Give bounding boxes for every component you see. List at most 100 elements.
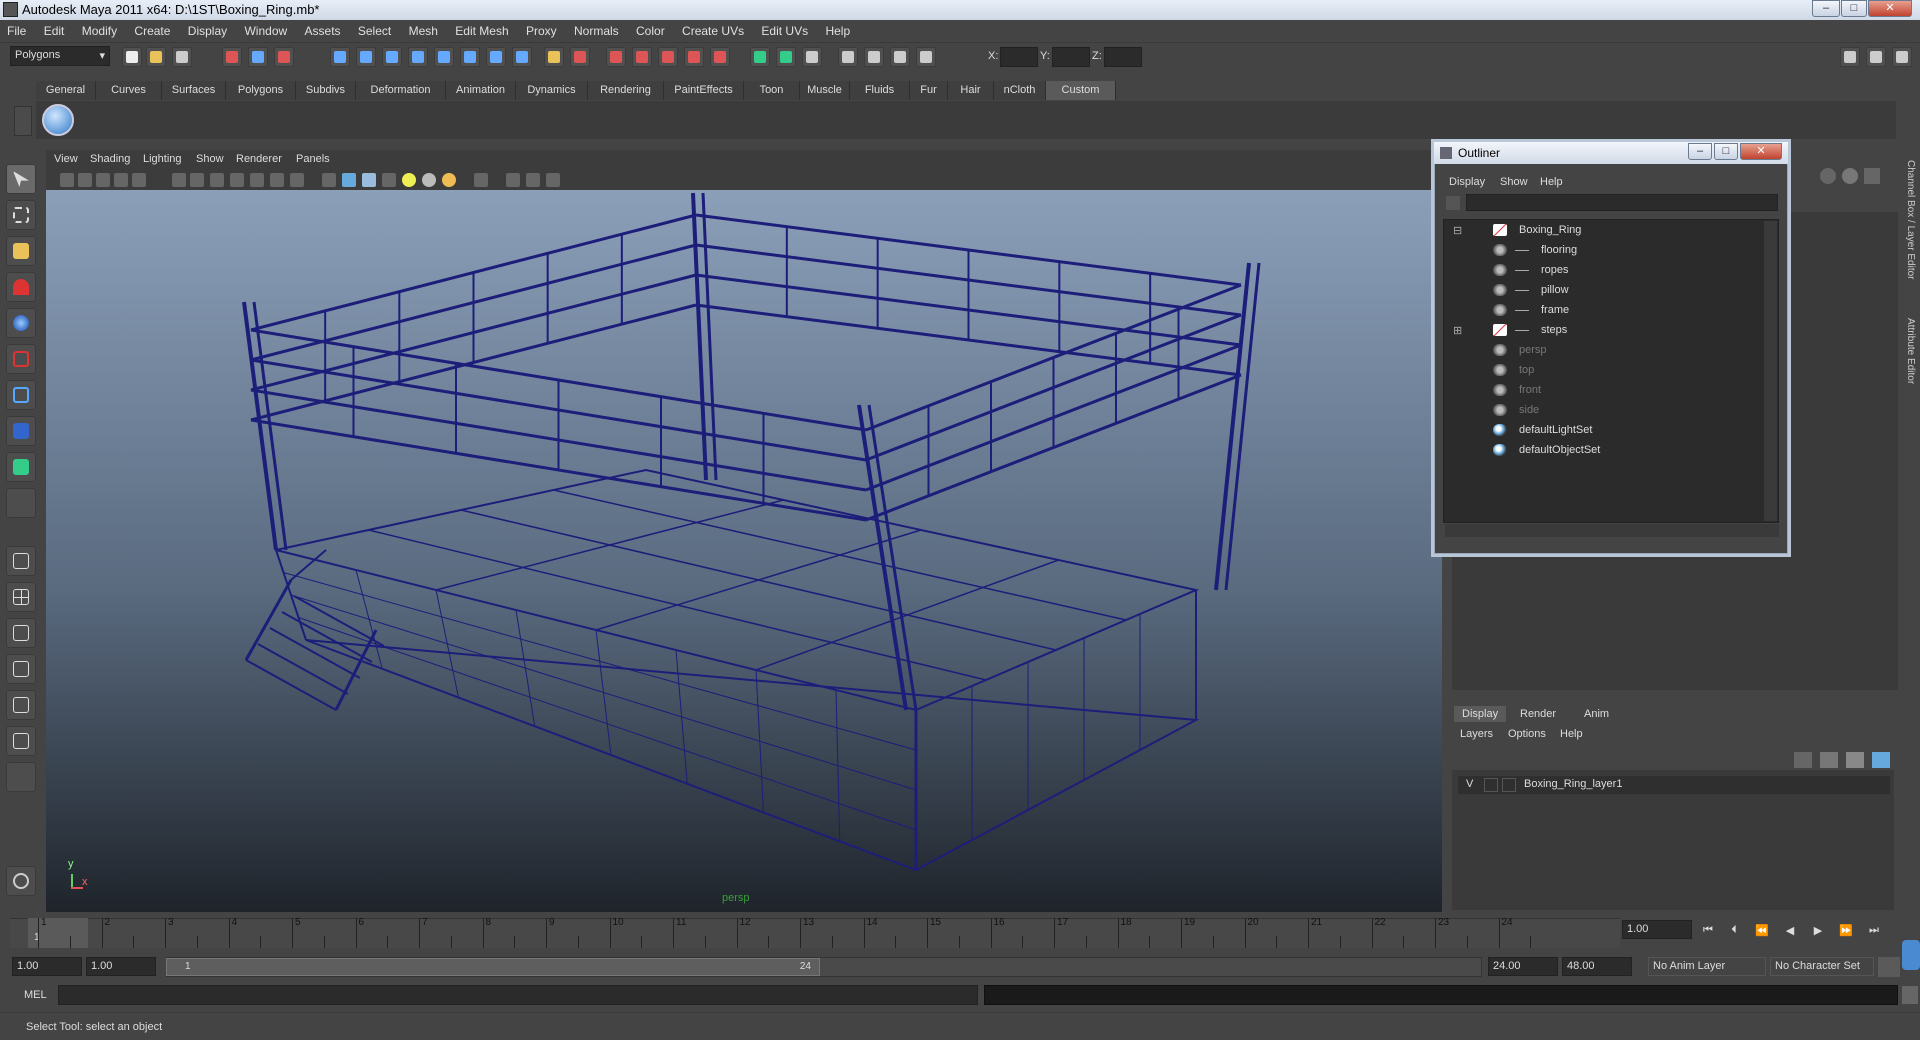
menu-mesh[interactable]: Mesh [402, 20, 445, 38]
outliner-item[interactable]: frame [1445, 301, 1763, 319]
camera-attributes-icon[interactable] [78, 173, 92, 187]
show-manipulator-tool-icon[interactable] [6, 452, 36, 482]
select-highlight-icon[interactable] [570, 47, 590, 67]
show-hide-tool-settings-icon[interactable] [1866, 47, 1886, 67]
tool-settings-icon[interactable] [864, 47, 884, 67]
lasso-tool-icon[interactable] [6, 200, 36, 230]
select-object-icon[interactable] [248, 47, 268, 67]
new-scene-icon[interactable] [122, 47, 142, 67]
side-tab-attribute-editor[interactable]: Attribute Editor [1900, 318, 1916, 384]
auto-key-icon[interactable] [1878, 957, 1900, 977]
outliner-item[interactable]: top [1445, 361, 1763, 379]
layer-visibility-toggle[interactable]: V [1466, 778, 1473, 790]
relative-transform-icon[interactable] [776, 47, 796, 67]
scale-tool-icon[interactable] [6, 344, 36, 374]
shelf-tab-fur[interactable]: Fur [910, 81, 948, 100]
shelf-tab-ncloth[interactable]: nCloth [994, 81, 1046, 100]
outliner-horizontal-scrollbar[interactable] [1445, 524, 1779, 537]
wireframe-icon[interactable] [322, 173, 336, 187]
hypershade-icon[interactable] [710, 47, 730, 67]
outliner-search-input[interactable] [1466, 194, 1778, 211]
outliner-vertical-scrollbar[interactable] [1764, 221, 1777, 521]
play-forwards-icon[interactable]: ▶ [1810, 924, 1826, 940]
step-back-key-icon[interactable]: ⏪ [1754, 924, 1770, 940]
vp-menu-shading[interactable]: Shading [90, 153, 130, 165]
layer-menu-layers[interactable]: Layers [1460, 728, 1493, 740]
anim-layer-dropdown[interactable]: No Anim Layer [1648, 957, 1766, 976]
outliner-menu-show[interactable]: Show [1500, 176, 1528, 188]
outliner-item[interactable]: flooring [1445, 241, 1763, 259]
rotate-tool-icon[interactable] [6, 308, 36, 338]
menu-normals[interactable]: Normals [567, 20, 626, 38]
shelf-tab-animation[interactable]: Animation [446, 81, 516, 100]
x-field[interactable] [1000, 47, 1038, 67]
shelf-options-icon[interactable] [14, 106, 32, 136]
snap-curve-icon[interactable] [356, 47, 376, 67]
step-back-frame-icon[interactable]: ⏴ [1726, 924, 1742, 940]
move-tool-icon[interactable] [6, 272, 36, 302]
shelf-tab-muscle[interactable]: Muscle [800, 81, 850, 100]
help-icon[interactable] [512, 47, 532, 67]
menu-edit-uvs[interactable]: Edit UVs [754, 20, 815, 38]
go-to-start-icon[interactable]: ⏮ [1700, 924, 1716, 940]
outliner-graph-layout-icon[interactable] [6, 690, 36, 720]
menu-help[interactable]: Help [818, 20, 857, 38]
outliner-filter-icon[interactable] [1446, 196, 1460, 210]
snap-live-icon[interactable] [486, 47, 506, 67]
playback-end-field[interactable]: 24.00 [1488, 957, 1558, 976]
shelf-tab-toon[interactable]: Toon [744, 81, 800, 100]
y-field[interactable] [1052, 47, 1090, 67]
hypergraph-layout-icon[interactable] [6, 726, 36, 756]
outliner-minimize-button[interactable]: – [1688, 143, 1712, 160]
layer-tab-anim[interactable]: Anim [1576, 706, 1617, 722]
pin-icon[interactable] [1864, 168, 1880, 184]
default-lighting-icon[interactable] [402, 173, 416, 187]
layer-name[interactable]: Boxing_Ring_layer1 [1524, 778, 1622, 790]
menu-color[interactable]: Color [629, 20, 672, 38]
shadows-icon[interactable] [442, 173, 456, 187]
show-hide-channel-box-icon[interactable] [1892, 47, 1912, 67]
shelf-tab-curves[interactable]: Curves [96, 81, 162, 100]
animation-preferences-icon[interactable] [1902, 940, 1920, 970]
shelf-tab-fluids[interactable]: Fluids [850, 81, 910, 100]
menu-assets[interactable]: Assets [298, 20, 348, 38]
vp-menu-panels[interactable]: Panels [296, 153, 330, 165]
menu-window[interactable]: Window [237, 20, 294, 38]
menu-create-uvs[interactable]: Create UVs [675, 20, 751, 38]
layout-menu-icon[interactable] [6, 762, 36, 792]
select-hierarchy-icon[interactable] [222, 47, 242, 67]
script-editor-icon[interactable] [1902, 986, 1918, 1004]
menu-create[interactable]: Create [127, 20, 177, 38]
all-lights-icon[interactable] [422, 173, 436, 187]
minimize-button[interactable]: – [1812, 0, 1840, 17]
outliner-close-button[interactable]: ✕ [1740, 143, 1782, 160]
channel-box-settings-icon[interactable] [1842, 168, 1858, 184]
input-line-icon[interactable] [750, 47, 770, 67]
history-icon[interactable] [606, 47, 626, 67]
outliner-maximize-button[interactable]: □ [1714, 143, 1738, 160]
safe-action-icon[interactable] [250, 173, 264, 187]
single-perspective-layout-icon[interactable] [6, 546, 36, 576]
outliner-item[interactable]: persp [1445, 341, 1763, 359]
menu-display[interactable]: Display [181, 20, 234, 38]
layer-row[interactable]: V Boxing_Ring_layer1 [1458, 776, 1890, 794]
animation-end-field[interactable]: 48.00 [1562, 957, 1632, 976]
vp-menu-lighting[interactable]: Lighting [143, 153, 182, 165]
shelf-tab-dynamics[interactable]: Dynamics [516, 81, 588, 100]
last-tool-icon[interactable] [6, 488, 36, 518]
persp-graph-layout-icon[interactable] [6, 654, 36, 684]
joint-xray-icon[interactable] [526, 173, 540, 187]
safe-title-icon[interactable] [270, 173, 284, 187]
shelf-tab-deformation[interactable]: Deformation [356, 81, 446, 100]
expand-toggle-icon[interactable]: ⊞ [1453, 324, 1462, 337]
render-view-icon[interactable] [6, 866, 36, 896]
outliner-titlebar[interactable]: Outliner – □ ✕ [1434, 142, 1788, 164]
perspective-viewport[interactable]: persp y x [46, 190, 1442, 912]
outliner-menu-help[interactable]: Help [1540, 176, 1563, 188]
current-time-field[interactable]: 1.00 [1622, 920, 1692, 939]
go-to-end-icon[interactable]: ⏭ [1866, 924, 1882, 940]
paint-select-tool-icon[interactable] [6, 236, 36, 266]
panel-layout-icon[interactable] [802, 47, 822, 67]
shelf-tab-general[interactable]: General [36, 81, 96, 100]
layer-down-icon[interactable] [1872, 752, 1890, 768]
